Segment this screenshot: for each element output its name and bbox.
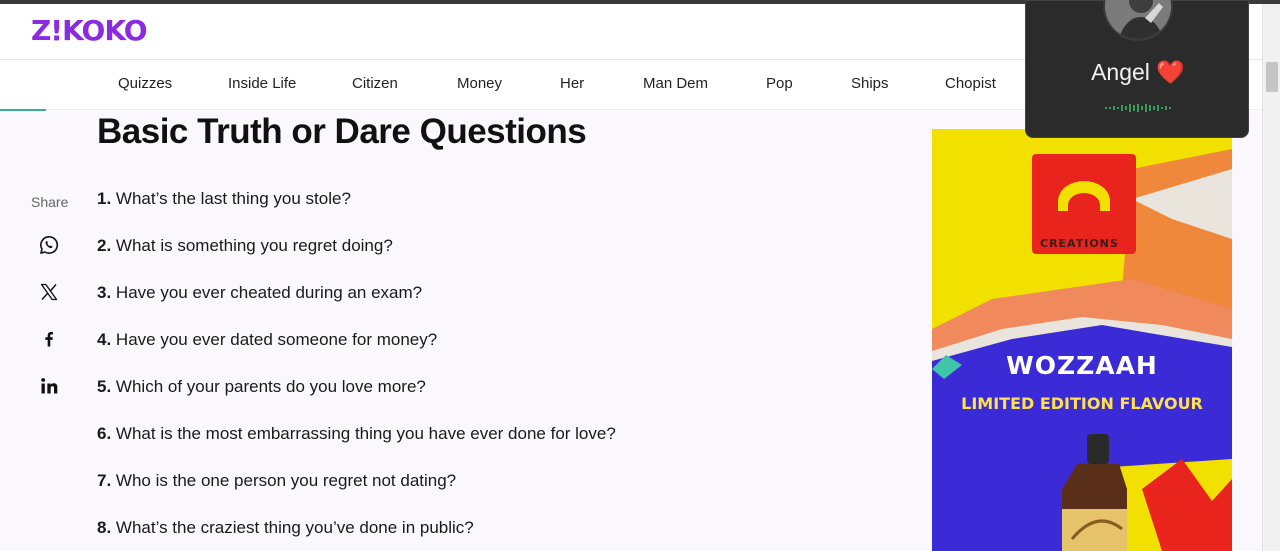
list-item: 6. What is the most embarrassing thing y… [97,424,616,443]
caller-name: Angel ❤️ [1091,59,1185,85]
article-heading: Basic Truth or Dare Questions [97,112,587,151]
facebook-icon[interactable] [36,326,62,352]
nav-item-chopist[interactable]: Chopist [945,75,996,92]
nav-item-inside-life[interactable]: Inside Life [228,75,296,92]
whatsapp-icon[interactable] [36,232,62,258]
share-label: Share [31,194,69,210]
nav-item-man-dem[interactable]: Man Dem [643,75,708,92]
heart-icon: ❤️ [1156,59,1185,85]
nav-item-her[interactable]: Her [560,75,584,92]
list-item: 3. Have you ever cheated during an exam? [97,283,423,302]
ad-artwork [932,129,1232,551]
call-overlay[interactable]: Angel ❤️ [1025,0,1249,138]
audio-wave-icon [1105,104,1171,112]
x-icon[interactable] [36,279,62,305]
list-item: 8. What’s the craziest thing you’ve done… [97,518,474,537]
list-item: 7. Who is the one person you regret not … [97,471,457,490]
advertisement-banner[interactable]: CREATIONS WOZZAAH LIMITED EDITION FLAVOU… [932,129,1232,551]
ad-subline: LIMITED EDITION FLAVOUR [961,394,1203,413]
nav-item-ships[interactable]: Ships [851,75,889,92]
avatar [1103,0,1173,41]
list-item: 1. What’s the last thing you stole? [97,189,351,208]
linkedin-icon[interactable] [36,373,62,399]
nav-item-pop[interactable]: Pop [766,75,793,92]
ad-brand-label: CREATIONS [1040,237,1119,250]
nav-item-citizen[interactable]: Citizen [352,75,398,92]
scrollbar-thumb[interactable] [1266,62,1278,92]
nav-item-money[interactable]: Money [457,75,502,92]
list-item: 4. Have you ever dated someone for money… [97,330,438,349]
nav-item-quizzes[interactable]: Quizzes [118,75,172,92]
page-scrollbar[interactable] [1262,4,1280,551]
list-item: 2. What is something you regret doing? [97,236,393,255]
list-item: 5. Which of your parents do you love mor… [97,377,426,396]
ad-headline: WOZZAAH [1006,351,1158,380]
site-logo[interactable]: Z!KOKO [31,14,148,47]
